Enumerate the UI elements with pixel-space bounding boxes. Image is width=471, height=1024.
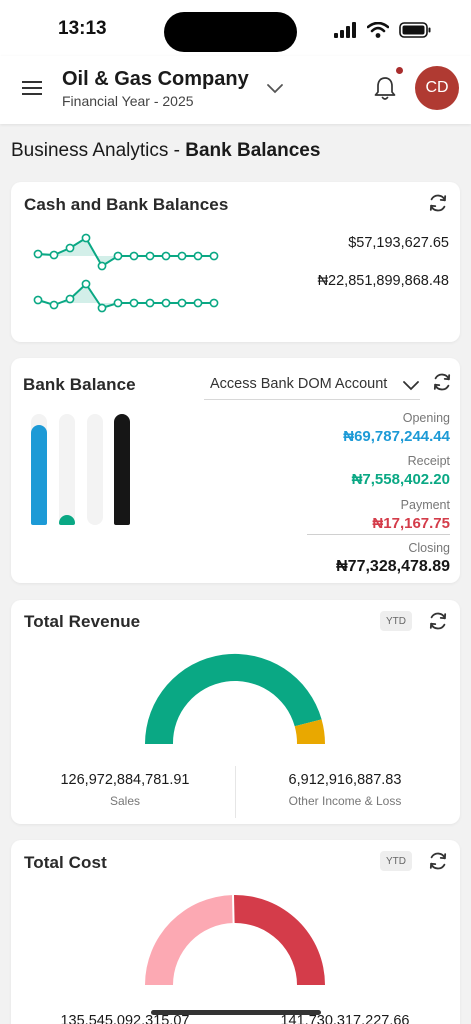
notification-badge <box>396 67 403 74</box>
metric-divider <box>235 766 236 818</box>
chevron-down-icon <box>403 381 419 391</box>
card-title: Total Cost <box>24 853 107 872</box>
sales-value: 126,972,884,781.91 <box>60 772 190 788</box>
closing-label: Closing <box>408 541 450 555</box>
cash-bank-balances-card: Cash and Bank Balances $57,193,627.65 ₦2… <box>11 182 460 342</box>
closing-bar-fill <box>114 414 130 525</box>
account-dropdown-value: Access Bank DOM Account <box>210 376 388 392</box>
company-name: Oil & Gas Company <box>62 68 249 90</box>
bell-icon[interactable] <box>372 74 398 102</box>
status-bar: 13:13 <box>0 0 471 56</box>
status-time: 13:13 <box>58 18 107 39</box>
total-revenue-card: Total Revenue YTD 126,972,884,781.91 Sal… <box>11 600 460 824</box>
cost-gauge <box>145 894 325 985</box>
usd-balance: $57,193,627.65 <box>348 235 449 251</box>
period-badge[interactable]: YTD <box>380 611 412 631</box>
bank-balance-card: Bank Balance Access Bank DOM Account Ope… <box>11 358 460 583</box>
total-cost-card: Total Cost YTD 135,545,092,315.07 141,73… <box>11 840 460 1024</box>
refresh-icon[interactable] <box>427 850 449 872</box>
company-selector[interactable]: Oil & Gas Company Financial Year - 2025 <box>62 68 249 109</box>
opening-bar-fill <box>31 425 47 525</box>
opening-bar <box>31 414 47 525</box>
home-indicator[interactable] <box>151 1010 321 1015</box>
receipt-value: ₦7,558,402.20 <box>351 471 450 488</box>
card-title: Total Revenue <box>24 612 141 631</box>
account-dropdown[interactable]: Access Bank DOM Account <box>204 372 420 400</box>
chevron-down-icon[interactable] <box>265 80 285 96</box>
page-title-main: Bank Balances <box>185 140 321 161</box>
financial-year: Financial Year - 2025 <box>62 93 194 109</box>
card-title: Bank Balance <box>23 375 136 394</box>
opening-label: Opening <box>402 411 450 425</box>
closing-divider <box>307 534 450 535</box>
refresh-icon[interactable] <box>427 192 449 214</box>
sales-segment <box>144 653 322 744</box>
receipt-bar-fill <box>59 515 75 525</box>
revenue-gauge <box>144 653 326 744</box>
other-income-label: Other Income & Loss <box>288 794 402 808</box>
closing-bar <box>114 414 130 525</box>
card-title: Cash and Bank Balances <box>24 195 229 214</box>
receipt-label: Receipt <box>407 454 450 468</box>
payment-bar <box>87 414 103 525</box>
opening-value: ₦69,787,244.44 <box>343 428 450 445</box>
payment-label: Payment <box>400 498 450 512</box>
signal-icon <box>334 22 356 38</box>
ngn-balance: ₦22,851,899,868.48 <box>317 273 449 289</box>
sparkline-ngn <box>33 279 219 313</box>
page-title-prefix: Business Analytics - <box>11 140 186 161</box>
payment-value: ₦17,167.75 <box>372 515 450 532</box>
menu-icon[interactable] <box>20 76 44 100</box>
app-header: Oil & Gas Company Financial Year - 2025 … <box>0 56 471 124</box>
closing-value: ₦77,328,478.89 <box>336 558 450 575</box>
sales-label: Sales <box>109 794 141 808</box>
avatar[interactable]: CD <box>415 66 459 110</box>
battery-icon <box>399 22 431 38</box>
cost-segment-left <box>145 895 234 985</box>
other-income-value: 6,912,916,887.83 <box>288 772 402 788</box>
status-icons <box>333 22 431 38</box>
refresh-icon[interactable] <box>431 371 453 393</box>
receipt-bar <box>59 414 75 525</box>
page-title: Business Analytics - Bank Balances <box>11 140 320 162</box>
sparkline-usd <box>33 233 219 271</box>
cost-segment-right <box>233 894 325 985</box>
refresh-icon[interactable] <box>427 610 449 632</box>
wifi-icon <box>367 22 389 38</box>
dynamic-island <box>164 12 297 52</box>
period-badge[interactable]: YTD <box>380 851 412 871</box>
